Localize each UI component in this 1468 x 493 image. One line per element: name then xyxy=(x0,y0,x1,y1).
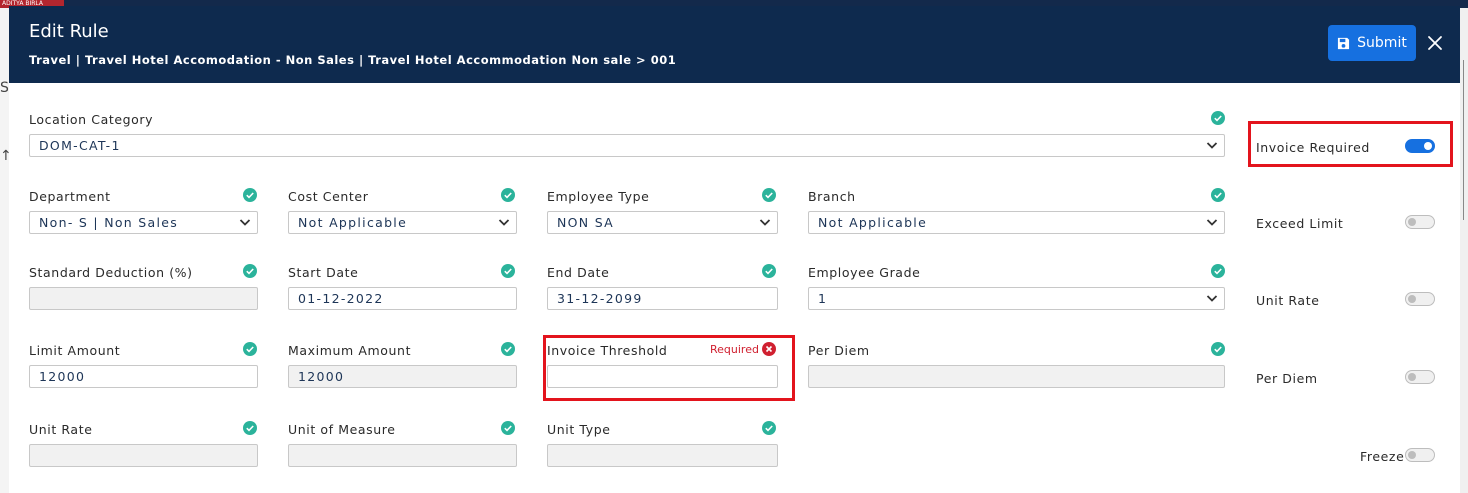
toggle-knob xyxy=(1408,218,1416,226)
valid-check-icon xyxy=(1211,188,1225,202)
submit-button-label: Submit xyxy=(1357,35,1407,51)
limit-amount-input[interactable]: 12000 xyxy=(29,365,258,388)
modal-header: Edit Rule Travel | Travel Hotel Accomoda… xyxy=(9,6,1460,83)
branch-select[interactable]: Not Applicable xyxy=(808,211,1225,234)
toggle-knob xyxy=(1408,373,1416,381)
valid-check-icon xyxy=(762,264,776,278)
chevron-down-icon xyxy=(1206,142,1218,149)
edit-rule-modal: Edit Rule Travel | Travel Hotel Accomoda… xyxy=(9,6,1460,493)
unit-rate-toggle-label: Unit Rate xyxy=(1256,293,1320,308)
valid-check-icon xyxy=(762,188,776,202)
toggle-knob xyxy=(1424,142,1432,150)
maximum-amount-label: Maximum Amount xyxy=(288,343,412,358)
modal-title: Edit Rule xyxy=(29,21,109,42)
employee-type-value: NON SA xyxy=(557,215,615,230)
submit-button[interactable]: Submit xyxy=(1328,25,1416,61)
background-right-edge xyxy=(1460,8,1468,493)
unit-rate-toggle[interactable] xyxy=(1405,292,1435,306)
chevron-down-icon xyxy=(1206,219,1218,226)
unit-rate-input[interactable] xyxy=(29,444,258,467)
department-label: Department xyxy=(29,189,111,204)
chevron-down-icon xyxy=(759,219,771,226)
freeze-label: Freeze xyxy=(1360,449,1405,464)
invoice-threshold-input[interactable] xyxy=(547,365,778,388)
valid-check-icon xyxy=(243,342,257,356)
error-x-icon xyxy=(762,342,776,356)
end-date-input[interactable]: 31-12-2099 xyxy=(547,287,778,310)
save-icon xyxy=(1338,37,1350,49)
chevron-down-icon xyxy=(1206,295,1218,302)
start-date-input[interactable]: 01-12-2022 xyxy=(288,287,517,310)
per-diem-label: Per Diem xyxy=(808,343,870,358)
background-left-edge: S ↑ xyxy=(0,8,12,493)
toggle-knob xyxy=(1408,451,1416,459)
department-value: Non- S | Non Sales xyxy=(39,215,179,230)
invoice-required-label: Invoice Required xyxy=(1256,140,1370,155)
employee-grade-value: 1 xyxy=(818,291,828,306)
valid-check-icon xyxy=(762,421,776,435)
unit-type-input[interactable] xyxy=(547,444,778,467)
location-category-value: DOM-CAT-1 xyxy=(39,138,121,153)
valid-check-icon xyxy=(243,188,257,202)
background-scrollbar xyxy=(1463,60,1464,220)
standard-deduction-label: Standard Deduction (%) xyxy=(29,265,193,280)
standard-deduction-input[interactable] xyxy=(29,287,258,310)
chevron-down-icon xyxy=(239,219,251,226)
end-date-label: End Date xyxy=(547,265,610,280)
per-diem-toggle-label: Per Diem xyxy=(1256,371,1318,386)
cost-center-label: Cost Center xyxy=(288,189,369,204)
maximum-amount-input[interactable]: 12000 xyxy=(288,365,517,388)
invoice-threshold-label: Invoice Threshold xyxy=(547,343,668,358)
employee-type-label: Employee Type xyxy=(547,189,650,204)
unit-of-measure-input[interactable] xyxy=(288,444,517,467)
branch-value: Not Applicable xyxy=(818,215,928,230)
valid-check-icon xyxy=(501,188,515,202)
unit-rate-label: Unit Rate xyxy=(29,422,93,437)
cost-center-select[interactable]: Not Applicable xyxy=(288,211,517,234)
per-diem-input[interactable] xyxy=(808,365,1225,388)
location-category-select[interactable]: DOM-CAT-1 xyxy=(29,134,1225,157)
toggle-knob xyxy=(1408,295,1416,303)
exceed-limit-toggle[interactable] xyxy=(1405,215,1435,229)
valid-check-icon xyxy=(501,421,515,435)
employee-grade-select[interactable]: 1 xyxy=(808,287,1225,310)
limit-amount-label: Limit Amount xyxy=(29,343,121,358)
start-date-label: Start Date xyxy=(288,265,359,280)
freeze-toggle[interactable] xyxy=(1405,448,1435,462)
per-diem-toggle[interactable] xyxy=(1405,370,1435,384)
valid-check-icon xyxy=(243,264,257,278)
valid-check-icon xyxy=(243,421,257,435)
valid-check-icon xyxy=(501,264,515,278)
employee-grade-label: Employee Grade xyxy=(808,265,921,280)
exceed-limit-label: Exceed Limit xyxy=(1256,216,1344,231)
valid-check-icon xyxy=(1211,264,1225,278)
breadcrumb: Travel | Travel Hotel Accomodation - Non… xyxy=(29,53,677,67)
valid-check-icon xyxy=(501,342,515,356)
valid-check-icon xyxy=(1211,111,1225,125)
unit-type-label: Unit Type xyxy=(547,422,611,437)
background-glyph: S xyxy=(0,80,9,96)
department-select[interactable]: Non- S | Non Sales xyxy=(29,211,258,234)
invoice-required-toggle[interactable] xyxy=(1405,139,1435,153)
employee-type-select[interactable]: NON SA xyxy=(547,211,778,234)
location-category-label: Location Category xyxy=(29,112,154,127)
cost-center-value: Not Applicable xyxy=(298,215,408,230)
required-error-text: Required xyxy=(710,343,759,356)
close-icon[interactable] xyxy=(1423,31,1447,55)
chevron-down-icon xyxy=(498,219,510,226)
branch-label: Branch xyxy=(808,189,856,204)
unit-of-measure-label: Unit of Measure xyxy=(288,422,396,437)
valid-check-icon xyxy=(1211,342,1225,356)
